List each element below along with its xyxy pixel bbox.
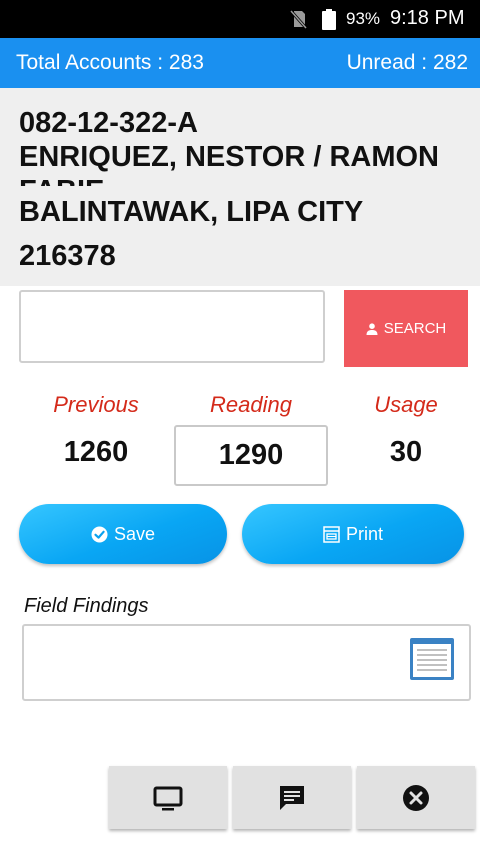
search-button[interactable]: SEARCH bbox=[344, 290, 468, 367]
usage-label: Usage bbox=[374, 392, 438, 417]
field-findings-input[interactable] bbox=[22, 624, 471, 701]
save-button[interactable]: Save bbox=[19, 504, 227, 564]
chat-icon bbox=[280, 785, 304, 810]
reading-input[interactable]: 1290 bbox=[174, 425, 328, 486]
previous-value: 1260 bbox=[63, 436, 129, 468]
reading-label: Reading bbox=[210, 392, 292, 417]
list-icon[interactable] bbox=[409, 637, 455, 681]
monitor-button[interactable] bbox=[109, 766, 227, 829]
account-address: BALINTAWAK, LIPA CITY bbox=[19, 196, 364, 228]
print-button[interactable]: Print bbox=[242, 504, 464, 564]
account-number: 082-12-322-A bbox=[19, 107, 198, 139]
accounts-summary-bar: Total Accounts : 283 Unread : 282 bbox=[0, 38, 480, 88]
meter-number: 216378 bbox=[19, 240, 116, 272]
battery-icon bbox=[322, 9, 336, 30]
usage-value: 30 bbox=[389, 436, 423, 468]
check-circle-icon bbox=[91, 526, 108, 542]
close-circle-icon bbox=[403, 784, 429, 811]
account-name-container: ENRIQUEZ, NESTOR / RAMON FABIE bbox=[19, 140, 469, 186]
total-accounts: Total Accounts : 283 bbox=[16, 51, 204, 74]
save-button-label: Save bbox=[113, 523, 156, 544]
field-findings-label: Field Findings bbox=[24, 595, 149, 617]
no-sim-icon bbox=[289, 10, 308, 29]
monitor-icon bbox=[153, 786, 183, 810]
message-button[interactable] bbox=[233, 766, 351, 829]
account-name: ENRIQUEZ, NESTOR / RAMON FABIE bbox=[19, 141, 439, 186]
unread-count: Unread : 282 bbox=[346, 51, 468, 74]
battery-percent: 93% bbox=[346, 9, 381, 28]
search-button-label: SEARCH bbox=[383, 320, 447, 337]
status-bar: 93% 9:18 PM bbox=[0, 0, 480, 38]
close-button[interactable] bbox=[357, 766, 475, 829]
previous-label: Previous bbox=[53, 392, 139, 417]
print-icon bbox=[323, 525, 340, 543]
person-icon bbox=[366, 322, 378, 335]
clock: 9:18 PM bbox=[390, 7, 465, 29]
account-details: 082-12-322-A ENRIQUEZ, NESTOR / RAMON FA… bbox=[0, 88, 480, 286]
search-input[interactable] bbox=[19, 290, 325, 363]
print-button-label: Print bbox=[345, 523, 383, 544]
